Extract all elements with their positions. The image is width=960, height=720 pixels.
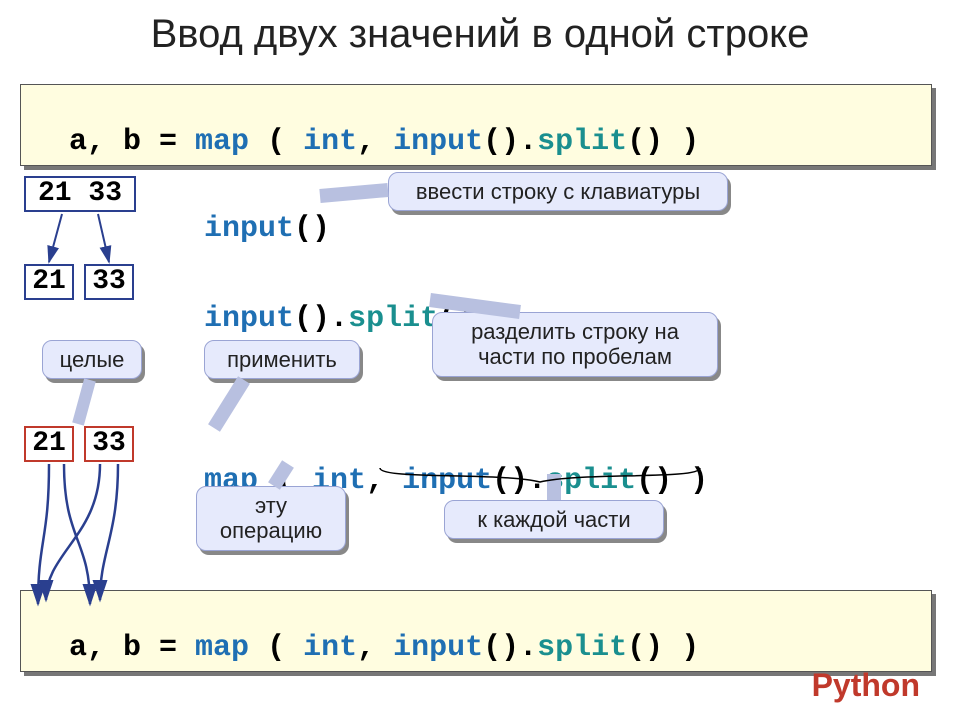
tok-assign: a, b = xyxy=(69,125,195,159)
tok-open: ( xyxy=(249,125,303,159)
b-dot: . xyxy=(519,631,537,665)
b-open: ( xyxy=(249,631,303,665)
l3-split: split xyxy=(546,464,636,498)
b-split: split xyxy=(537,631,627,665)
value-21-str: 21 xyxy=(24,264,74,300)
b-close: ) xyxy=(663,631,699,665)
code-bar-top: a, b = map ( int, input().split() ) xyxy=(20,84,932,166)
page-title: Ввод двух значений в одной строке xyxy=(0,12,960,57)
tok-par2: () xyxy=(627,125,663,159)
l2-par: () xyxy=(294,302,330,336)
b-par1: () xyxy=(483,631,519,665)
tok-int: int xyxy=(303,125,357,159)
callout-int-label: целые xyxy=(42,340,142,379)
tok-input: input xyxy=(393,125,483,159)
l3-par: () xyxy=(492,464,528,498)
value-33-int: 33 xyxy=(84,426,134,462)
language-label: Python xyxy=(812,667,920,704)
tok-par1: () xyxy=(483,125,519,159)
callout-split: разделить строку на части по пробелам xyxy=(432,312,718,377)
l3-comma: , xyxy=(366,464,402,498)
callout-each-part: к каждой части xyxy=(444,500,664,539)
b-map: map xyxy=(195,631,249,665)
tok-dot: . xyxy=(519,125,537,159)
l2-input: input xyxy=(204,302,294,336)
value-33-str: 33 xyxy=(84,264,134,300)
b-input: input xyxy=(393,631,483,665)
callout-this-op: эту операцию xyxy=(196,486,346,551)
b-int: int xyxy=(303,631,357,665)
tok-split: split xyxy=(537,125,627,159)
l2-split: split xyxy=(348,302,438,336)
callout-keyboard: ввести строку с клавиатуры xyxy=(388,172,728,211)
code-line-2: input().split() xyxy=(168,268,474,336)
tok-comma: , xyxy=(357,125,393,159)
b-assign: a, b = xyxy=(69,631,195,665)
b-comma: , xyxy=(357,631,393,665)
l3-close: ) xyxy=(672,464,708,498)
code-bar-bottom: a, b = map ( int, input().split() ) xyxy=(20,590,932,672)
l3-dot: . xyxy=(528,464,546,498)
b-par2: () xyxy=(627,631,663,665)
l1-par: () xyxy=(294,212,330,246)
callout-apply: применить xyxy=(204,340,360,379)
l3-input: input xyxy=(402,464,492,498)
l2-dot: . xyxy=(330,302,348,336)
tok-map: map xyxy=(195,125,249,159)
l3-par2: () xyxy=(636,464,672,498)
value-pair-string: 21 33 xyxy=(24,176,136,212)
l1-input: input xyxy=(204,212,294,246)
code-line-1: input() xyxy=(168,178,330,246)
value-21-int: 21 xyxy=(24,426,74,462)
tok-close: ) xyxy=(663,125,699,159)
